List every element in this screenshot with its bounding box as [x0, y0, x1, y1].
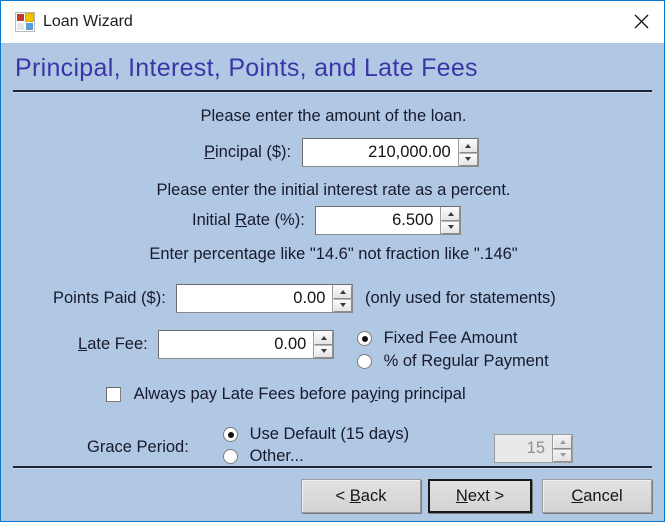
- principal-value[interactable]: 210,000.00: [302, 139, 458, 166]
- principal-label-rest: incipal ($):: [215, 142, 292, 161]
- late-fee-input[interactable]: 0.00: [158, 330, 335, 359]
- grace-period-option-default[interactable]: Use Default (15 days): [223, 424, 409, 444]
- points-input[interactable]: 0.00: [176, 284, 354, 313]
- principal-label-accel: P: [204, 142, 216, 161]
- rate-hint: Enter percentage like "14.6" not fractio…: [149, 245, 518, 263]
- rate-stepper[interactable]: [440, 207, 461, 234]
- arrow-down-icon: [447, 225, 454, 230]
- principal-prompt: Please enter the amount of the loan.: [200, 107, 467, 125]
- rate-label: Initial Rate (%):: [192, 211, 305, 229]
- points-field-row: Points Paid ($): 0.00 (only used for sta…: [53, 284, 556, 313]
- page-title: Principal, Interest, Points, and Late Fe…: [15, 54, 478, 82]
- wizard-header: Principal, Interest, Points, and Late Fe…: [2, 43, 664, 93]
- rate-stepper-down[interactable]: [441, 220, 461, 234]
- window-title: Loan Wizard: [43, 13, 133, 30]
- always-pay-late-fees-label: Always pay Late Fees before paying princ…: [134, 385, 466, 403]
- wizard-body: Please enter the amount of the loan. Pin…: [2, 93, 664, 521]
- back-label-post: ack: [360, 486, 387, 505]
- rate-input[interactable]: 6.500: [315, 206, 462, 235]
- radio-other-grace[interactable]: [223, 449, 238, 465]
- grace-period-option-default-label: Use Default (15 days): [249, 425, 410, 443]
- arrow-up-icon: [465, 143, 472, 148]
- points-stepper-down[interactable]: [333, 298, 353, 312]
- arrow-up-icon: [320, 335, 327, 340]
- cancel-label-accel: C: [571, 486, 584, 505]
- late-fee-value[interactable]: 0.00: [159, 331, 314, 358]
- cancel-button-label: Cancel: [571, 487, 622, 506]
- checkbox-label-post: ing principal: [377, 385, 466, 403]
- next-label-accel: N: [455, 486, 468, 505]
- arrow-down-icon: [320, 349, 327, 354]
- radio-use-default-grace[interactable]: [223, 427, 238, 443]
- arrow-down-icon: [465, 157, 472, 162]
- late-fee-label-accel: L: [78, 334, 88, 353]
- arrow-down-icon: [559, 453, 566, 458]
- radio-fixed-fee-amount[interactable]: [357, 331, 372, 347]
- arrow-up-icon: [559, 439, 566, 444]
- principal-stepper-up[interactable]: [458, 139, 478, 153]
- points-value[interactable]: 0.00: [177, 285, 333, 312]
- rate-value[interactable]: 6.500: [316, 207, 441, 234]
- grace-period-label: Grace Period:: [87, 438, 189, 456]
- checkbox-label-accel: y: [369, 385, 378, 403]
- checkbox-always-pay-late-fees[interactable]: [106, 387, 121, 403]
- grace-period-option-other[interactable]: Other...: [223, 446, 304, 466]
- footer-divider: [13, 466, 652, 469]
- rate-label-pre: Initial: [192, 210, 236, 229]
- grace-period-stepper-up[interactable]: [553, 435, 572, 449]
- grace-period-stepper[interactable]: [552, 435, 572, 462]
- back-button[interactable]: < Back: [301, 479, 421, 513]
- late-fee-label: Late Fee:: [78, 335, 148, 353]
- principal-field-row: Pincipal ($): 210,000.00: [204, 138, 479, 167]
- grace-period-days-row: 15: [494, 434, 573, 463]
- title-bar: Loan Wizard: [1, 1, 664, 43]
- rate-label-rest: ate (%):: [247, 210, 305, 229]
- late-fee-option-fixed[interactable]: Fixed Fee Amount: [357, 328, 518, 348]
- late-fee-stepper-down[interactable]: [314, 344, 334, 358]
- app-tiles-icon: [15, 12, 35, 32]
- arrow-down-icon: [339, 303, 346, 308]
- grace-period-option-other-label: Other...: [249, 447, 304, 465]
- arrow-up-icon: [339, 289, 346, 294]
- late-fee-stepper[interactable]: [313, 331, 334, 358]
- late-fee-option-fixed-label: Fixed Fee Amount: [383, 329, 518, 347]
- back-label-accel: B: [349, 486, 361, 505]
- checkbox-label-pre: Always pay Late Fees before pa: [133, 385, 370, 403]
- rate-stepper-up[interactable]: [441, 207, 461, 221]
- loan-wizard-window: Loan Wizard Principal, Interest, Points,…: [0, 0, 665, 522]
- radio-percent-of-regular-payment[interactable]: [357, 354, 372, 370]
- points-stepper-up[interactable]: [333, 285, 353, 299]
- principal-stepper[interactable]: [457, 139, 478, 166]
- close-icon[interactable]: [618, 1, 664, 42]
- late-fee-stepper-up[interactable]: [314, 331, 334, 345]
- points-stepper[interactable]: [332, 285, 353, 312]
- next-button[interactable]: Next >: [428, 479, 532, 513]
- principal-label: Pincipal ($):: [204, 143, 291, 161]
- grace-period-days-value[interactable]: 15: [495, 435, 552, 462]
- principal-input[interactable]: 210,000.00: [301, 138, 479, 167]
- grace-period-stepper-down[interactable]: [553, 448, 572, 462]
- cancel-label-post: ancel: [583, 486, 623, 505]
- rate-field-row: Initial Rate (%): 6.500: [192, 206, 462, 235]
- late-fee-option-percent-label: % of Regular Payment: [383, 352, 549, 370]
- principal-stepper-down[interactable]: [458, 152, 478, 166]
- back-button-label: < Back: [336, 487, 387, 506]
- back-label-pre: <: [335, 486, 350, 505]
- late-fee-label-rest: ate Fee:: [87, 334, 148, 353]
- late-fee-option-percent[interactable]: % of Regular Payment: [357, 351, 549, 371]
- next-button-label: Next >: [456, 487, 504, 506]
- always-pay-late-fees-row[interactable]: Always pay Late Fees before paying princ…: [106, 384, 466, 404]
- rate-prompt: Please enter the initial interest rate a…: [156, 181, 511, 199]
- cancel-button[interactable]: Cancel: [542, 479, 652, 513]
- rate-label-accel: R: [235, 210, 248, 229]
- points-note: (only used for statements): [365, 288, 556, 307]
- arrow-up-icon: [447, 211, 454, 216]
- grace-period-days-input[interactable]: 15: [494, 434, 573, 463]
- late-fee-field-row: Late Fee: 0.00: [78, 330, 335, 359]
- next-label-post: ext >: [467, 486, 505, 505]
- points-label: Points Paid ($):: [53, 288, 166, 307]
